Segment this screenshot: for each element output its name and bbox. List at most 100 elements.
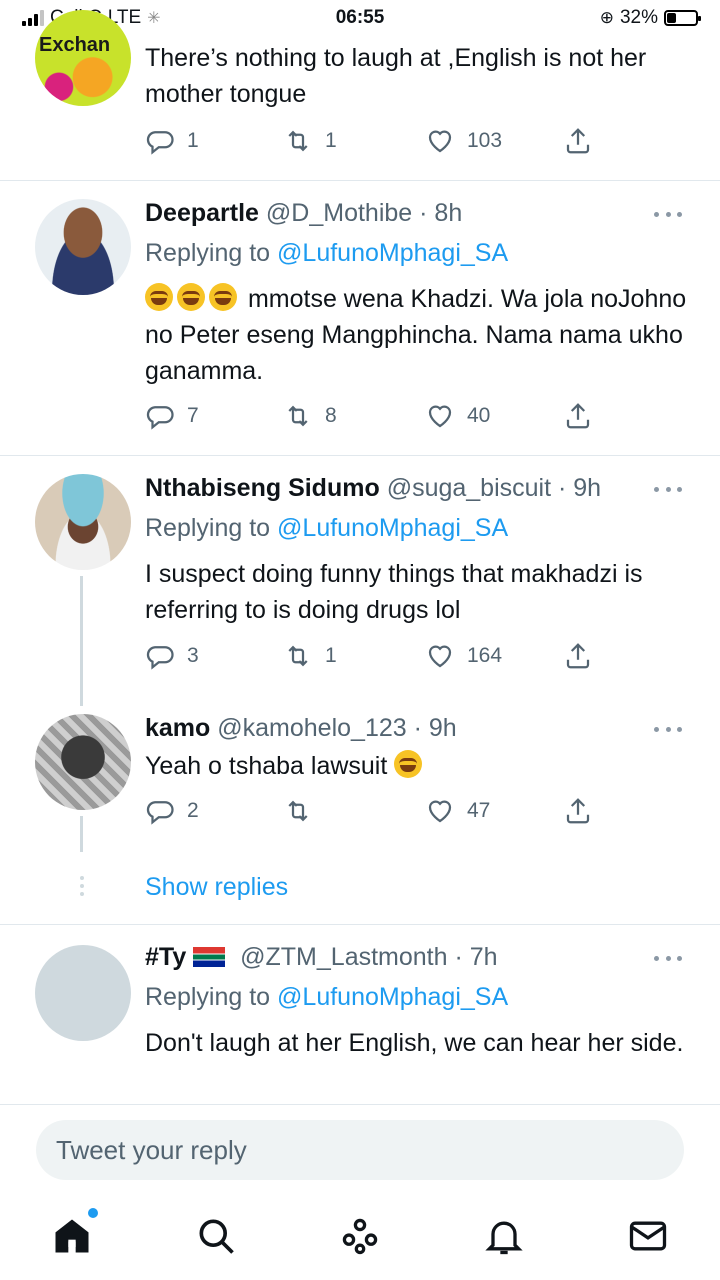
share-button[interactable]	[563, 124, 593, 158]
avatar[interactable]	[35, 714, 131, 810]
battery-percent: 32%	[619, 7, 658, 28]
tweet-header: Deepartle @D_Mothibe · 8h	[145, 199, 462, 228]
replying-to: Replying to @LufunoMphagi_SA	[145, 239, 508, 268]
retweet-count: 8	[325, 404, 337, 427]
status-right: ⊕ 32%	[599, 7, 701, 29]
display-name[interactable]: Deepartle	[145, 199, 259, 227]
mention-link[interactable]: @LufunoMphagi_SA	[277, 514, 508, 542]
tweet-actions: 2 47	[145, 794, 605, 828]
like-button[interactable]: 47	[425, 794, 490, 828]
divider	[0, 924, 720, 925]
rofl-emoji-icon	[145, 283, 173, 311]
share-button[interactable]	[563, 794, 593, 828]
tweet-text: Yeah o tshaba lawsuit	[145, 752, 388, 780]
reply-button[interactable]: 7	[145, 399, 199, 433]
like-button[interactable]: 40	[425, 399, 490, 433]
tweet-header: kamo @kamohelo_123 · 9h	[145, 714, 457, 743]
user-handle[interactable]: @ZTM_Lastmonth	[240, 943, 447, 971]
tweet-header: #Ty @ZTM_Lastmonth · 7h	[145, 943, 498, 972]
avatar[interactable]	[35, 199, 131, 295]
avatar[interactable]: Exchan	[35, 10, 131, 106]
avatar[interactable]	[35, 945, 131, 1041]
tweet-header: Nthabiseng Sidumo @suga_biscuit · 9h	[145, 474, 601, 503]
more-options-icon[interactable]	[654, 209, 682, 219]
battery-icon	[664, 10, 701, 26]
share-icon	[566, 643, 590, 669]
retweet-button[interactable]	[283, 794, 325, 828]
rofl-emoji-icon	[209, 283, 237, 311]
replying-to: Replying to @LufunoMphagi_SA	[145, 983, 508, 1012]
reply-icon	[146, 801, 174, 825]
nav-search[interactable]	[194, 1214, 238, 1258]
like-button[interactable]: 164	[425, 639, 502, 673]
like-count: 164	[467, 644, 503, 667]
user-handle[interactable]: @D_Mothibe	[266, 199, 412, 227]
retweet-button[interactable]: 1	[283, 639, 337, 673]
replying-prefix: Replying to	[145, 514, 278, 542]
reply-button[interactable]: 2	[145, 794, 199, 828]
tweet-text-block: Yeah o tshaba lawsuit	[145, 748, 690, 784]
nav-messages[interactable]	[626, 1214, 670, 1258]
reply-count: 3	[187, 644, 199, 667]
home-icon	[55, 1219, 89, 1253]
avatar-label: Exchan	[39, 34, 111, 56]
orientation-lock-icon: ⊕	[599, 8, 614, 27]
nav-spaces[interactable]	[338, 1214, 382, 1258]
reply-button[interactable]: 1	[145, 124, 199, 158]
nav-home[interactable]	[50, 1208, 98, 1258]
spaces-icon	[342, 1218, 378, 1255]
reply-icon	[146, 131, 174, 155]
share-button[interactable]	[563, 639, 593, 673]
divider	[0, 1104, 720, 1105]
replying-to: Replying to @LufunoMphagi_SA	[145, 514, 508, 543]
share-icon	[566, 128, 590, 154]
tweet-time: · 7h	[454, 943, 498, 971]
like-count: 40	[467, 404, 491, 427]
avatar[interactable]	[35, 474, 131, 570]
heart-icon	[428, 800, 452, 823]
tweet-text-block: mmotse wena Khadzi. Wa jola noJohno no P…	[145, 281, 690, 389]
retweet-icon	[288, 405, 308, 427]
reply-placeholder: Tweet your reply	[56, 1134, 247, 1165]
show-replies-link[interactable]: Show replies	[145, 873, 288, 902]
share-button[interactable]	[563, 399, 593, 433]
user-handle[interactable]: @kamohelo_123	[217, 714, 406, 742]
more-options-icon[interactable]	[654, 953, 682, 963]
reply-count: 1	[187, 129, 199, 152]
like-button[interactable]: 103	[425, 124, 502, 158]
tweet-text: There’s nothing to laugh at ,English is …	[145, 44, 647, 108]
retweet-icon	[288, 130, 308, 152]
display-name[interactable]: kamo	[145, 714, 210, 742]
more-options-icon[interactable]	[654, 484, 682, 494]
tweet-text: Don't laugh at her English, we can hear …	[145, 1029, 684, 1057]
more-options-icon[interactable]	[654, 724, 682, 734]
retweet-count: 1	[325, 129, 337, 152]
display-name[interactable]: Nthabiseng Sidumo	[145, 474, 380, 502]
like-count: 47	[467, 799, 491, 822]
search-icon	[199, 1219, 234, 1254]
messages-icon	[629, 1221, 667, 1251]
reply-button[interactable]: 3	[145, 639, 199, 673]
heart-icon	[428, 405, 452, 428]
retweet-count: 1	[325, 644, 337, 667]
notification-dot	[88, 1208, 98, 1218]
display-name[interactable]: #Ty	[145, 943, 186, 971]
mention-link[interactable]: @LufunoMphagi_SA	[277, 983, 508, 1011]
mention-link[interactable]: @LufunoMphagi_SA	[277, 239, 508, 267]
retweet-button[interactable]: 8	[283, 399, 337, 433]
user-handle[interactable]: @suga_biscuit	[387, 474, 551, 502]
laughing-emoji-icon	[394, 750, 423, 778]
tweet-actions: 1 1 103	[145, 124, 605, 158]
notifications-icon	[485, 1221, 523, 1255]
tweet-text: I suspect doing funny things that makhad…	[145, 560, 643, 624]
tweet-time: · 9h	[413, 714, 457, 742]
reply-icon	[146, 646, 174, 670]
bottom-nav	[0, 1200, 720, 1280]
retweet-icon	[288, 800, 308, 822]
divider	[0, 455, 720, 456]
replying-prefix: Replying to	[145, 983, 278, 1011]
heart-icon	[428, 130, 452, 153]
reply-input[interactable]: Tweet your reply	[36, 1120, 684, 1180]
retweet-button[interactable]: 1	[283, 124, 337, 158]
nav-notifications[interactable]	[482, 1214, 526, 1258]
